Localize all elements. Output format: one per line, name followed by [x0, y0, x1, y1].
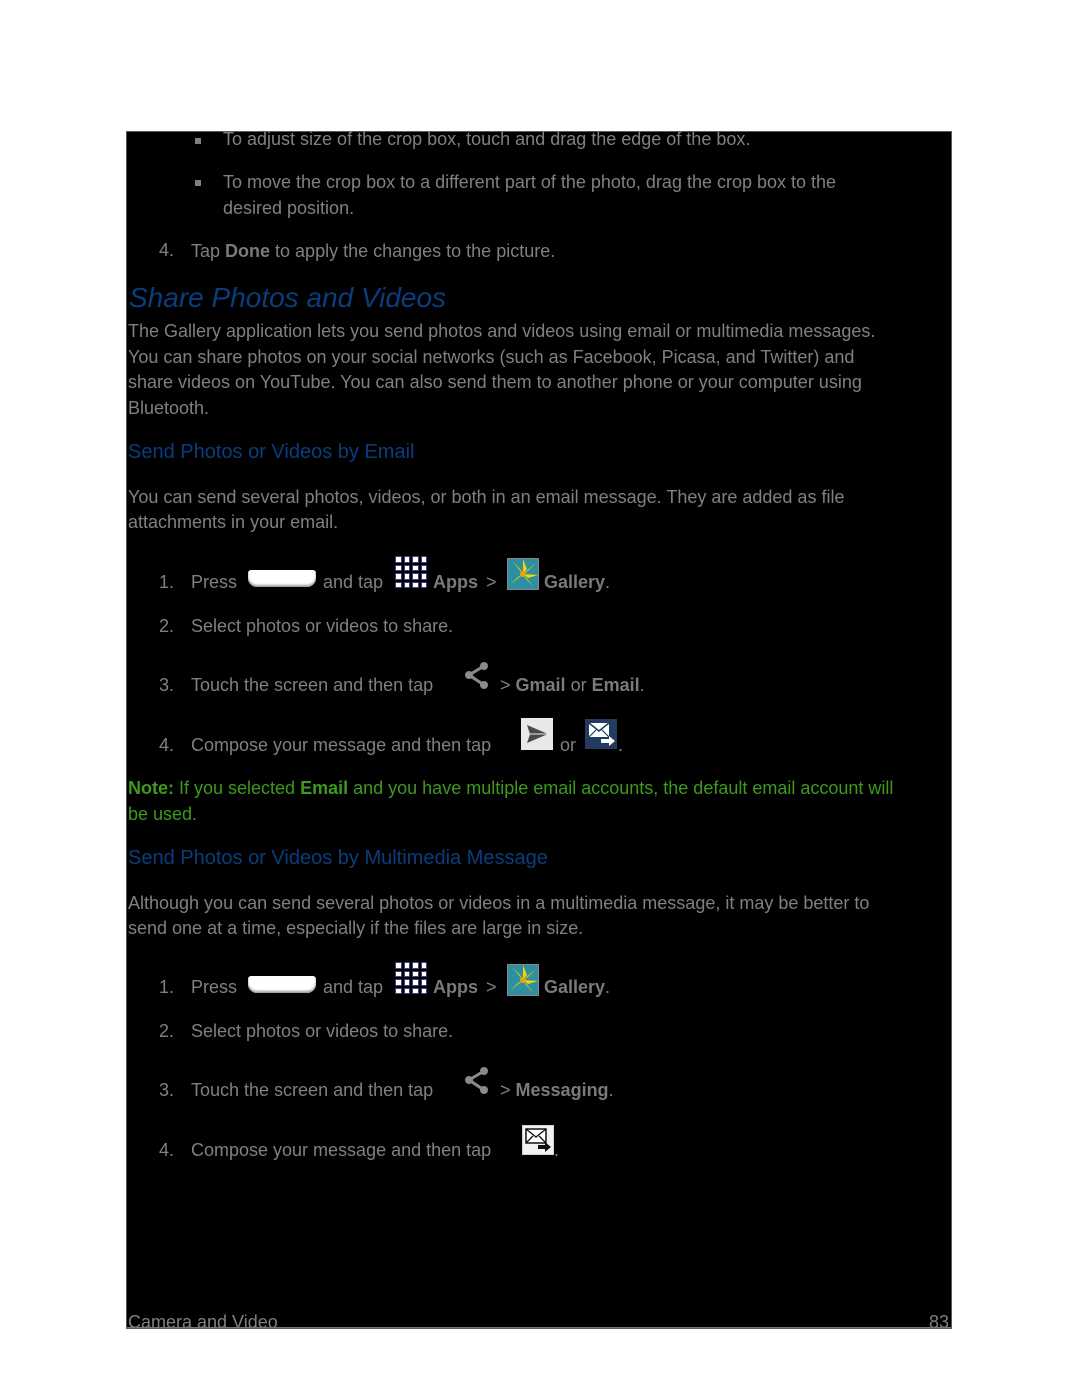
section-title: Share Photos and Videos: [129, 282, 447, 313]
step-text: Touch the screen and then tap: [191, 675, 434, 695]
step-text: Touch the screen and then tap: [191, 1080, 434, 1100]
breadcrumb-separator: >: [486, 572, 497, 592]
note-pre: If you selected: [174, 778, 301, 798]
bullet-text: desired position.: [223, 198, 355, 218]
step-text: Press: [191, 572, 238, 592]
bullet-text: To move the crop box to a different part…: [223, 172, 837, 192]
mms-send-icon: [522, 1125, 554, 1155]
step-number: 4.: [159, 240, 175, 260]
period: .: [608, 1080, 614, 1100]
period: .: [605, 572, 611, 592]
section-intro-line: The Gallery application lets you send ph…: [128, 321, 876, 341]
bullet-marker: [195, 180, 201, 186]
gmail-label: Gmail: [515, 675, 566, 695]
mms-subheading: Send Photos or Videos by Multimedia Mess…: [128, 847, 548, 869]
email-label: Email: [591, 675, 640, 695]
email-intro-line: You can send several photos, videos, or …: [128, 487, 845, 507]
note-text-line2: be used.: [128, 804, 198, 824]
step-number: 1.: [159, 572, 175, 592]
or-text: or: [570, 675, 587, 695]
gallery-label: Gallery: [544, 572, 606, 592]
email-send-icon: [585, 719, 617, 749]
step-text: and tap: [323, 572, 384, 592]
send-icon: [521, 718, 553, 750]
messaging-label: Messaging: [515, 1080, 609, 1100]
email-subheading: Send Photos or Videos by Email: [128, 441, 415, 463]
apps-label: Apps: [433, 977, 478, 997]
step3-options: > Messaging.: [500, 1078, 614, 1104]
mms-intro-line: Although you can send several photos or …: [128, 893, 870, 913]
bullet-marker: [195, 138, 201, 144]
step-number: 4.: [159, 735, 175, 755]
gallery-icon: [507, 558, 539, 590]
step-text: Select photos or videos to share.: [191, 1021, 454, 1041]
apps-label-wrap: Apps: [433, 975, 478, 1001]
document-page: To adjust size of the crop box, touch an…: [126, 129, 952, 1332]
apps-label-wrap: Apps: [433, 570, 478, 596]
period: .: [605, 977, 611, 997]
note-label: Note:: [128, 778, 174, 798]
share-icon: [464, 1066, 490, 1096]
share-icon: [464, 661, 490, 691]
apps-grid-icon: [395, 962, 427, 994]
gallery-label: Gallery: [544, 977, 606, 997]
period: .: [618, 735, 624, 755]
bullet-text: To adjust size of the crop box, touch an…: [223, 129, 751, 149]
step-text: Compose your message and then tap: [191, 735, 492, 755]
step-text-pre: Tap: [191, 241, 226, 261]
step-number: 2.: [159, 1021, 175, 1041]
step3-options: > Gmail or Email.: [500, 673, 645, 699]
step-text: Select photos or videos to share.: [191, 616, 454, 636]
step-text: Compose your message and then tap: [191, 1140, 492, 1160]
period: .: [554, 1140, 560, 1160]
apps-label: Apps: [433, 572, 478, 592]
step-number: 3.: [159, 675, 175, 695]
footer-rule: [127, 1327, 951, 1328]
apps-grid-icon: [395, 556, 427, 588]
section-intro-line: share videos on YouTube. You can also se…: [128, 372, 862, 392]
section-intro-line: Bluetooth.: [128, 398, 210, 418]
note-email-label: Email: [300, 778, 349, 798]
email-intro-line: attachments in your email.: [128, 512, 339, 532]
note-text: Note: If you selected Email and you have…: [128, 776, 893, 802]
step-number: 1.: [159, 977, 175, 997]
footer-page-number: 83: [928, 1312, 949, 1332]
step-number: 4.: [159, 1140, 175, 1160]
gallery-label-wrap: Gallery.: [544, 975, 610, 1001]
period: .: [639, 675, 645, 695]
breadcrumb-separator: >: [486, 977, 497, 997]
gallery-label-wrap: Gallery.: [544, 570, 610, 596]
or-text: or: [560, 735, 577, 755]
step-number: 2.: [159, 616, 175, 636]
section-intro-line: You can share photos on your social netw…: [128, 347, 855, 367]
step-number: 3.: [159, 1080, 175, 1100]
done-label: Done: [225, 241, 271, 261]
breadcrumb-separator: >: [500, 675, 511, 695]
footer-chapter: Camera and Video: [128, 1312, 278, 1332]
home-button-icon: [248, 976, 316, 993]
note-post: and you have multiple email accounts, th…: [348, 778, 894, 798]
step-text: and tap: [323, 977, 384, 997]
step-text: Tap Done to apply the changes to the pic…: [191, 239, 555, 265]
gallery-icon: [507, 964, 539, 996]
step-text: Press: [191, 977, 238, 997]
home-button-icon: [248, 570, 316, 587]
mms-intro-line: send one at a time, especially if the fi…: [128, 918, 584, 938]
step-text-post: to apply the changes to the picture.: [270, 241, 556, 261]
breadcrumb-separator: >: [500, 1080, 511, 1100]
